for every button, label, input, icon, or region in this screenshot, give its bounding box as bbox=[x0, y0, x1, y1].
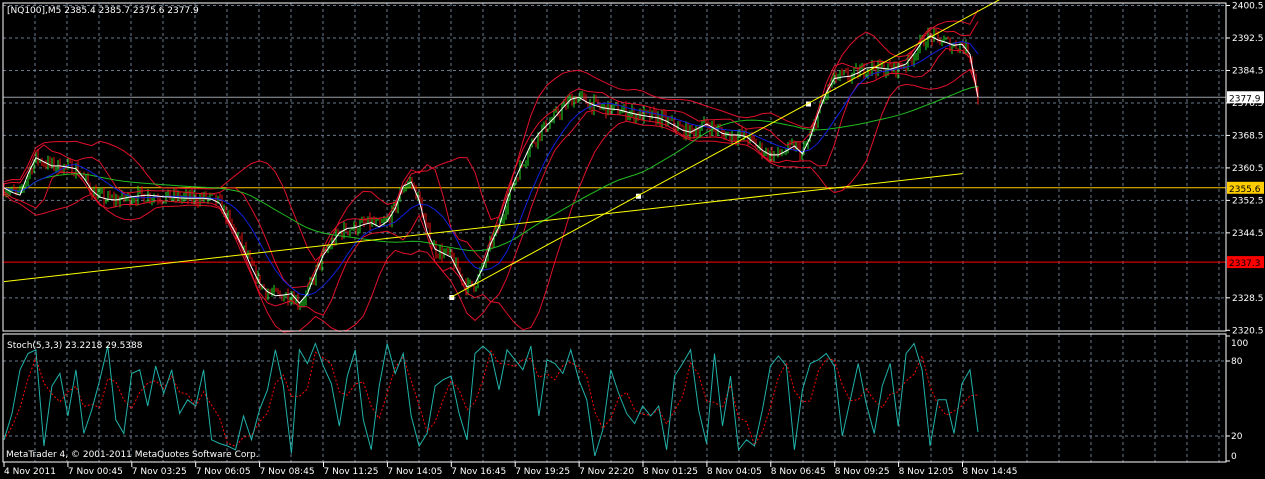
x-tick-label: 4 Nov 2011 bbox=[4, 467, 56, 477]
stoch-tick-label: 0 bbox=[1231, 452, 1237, 462]
x-tick-label: 7 Nov 03:25 bbox=[132, 467, 187, 477]
x-tick-label: 7 Nov 11:25 bbox=[324, 467, 379, 477]
x-tick-label: 7 Nov 00:45 bbox=[68, 467, 123, 477]
stoch-tick-label: 20 bbox=[1231, 432, 1243, 442]
x-tick-label: 8 Nov 04:05 bbox=[707, 467, 762, 477]
stoch-label: Stoch(5,3,3) 23.2218 29.5388 bbox=[7, 341, 143, 351]
x-tick-label: 7 Nov 19:25 bbox=[515, 467, 570, 477]
trendline bbox=[451, 0, 1000, 298]
stoch-signal-line bbox=[3, 349, 979, 447]
x-tick-label: 8 Nov 14:45 bbox=[963, 467, 1018, 477]
metatrader-chart[interactable]: 2400.52392.52384.52376.52368.52360.52352… bbox=[0, 0, 1265, 479]
x-tick-label: 7 Nov 16:45 bbox=[451, 467, 506, 477]
stoch-main-line bbox=[3, 342, 979, 457]
y-tick-label: 2328.5 bbox=[1232, 294, 1264, 304]
x-tick-label: 8 Nov 09:25 bbox=[835, 467, 890, 477]
grid bbox=[3, 3, 1226, 462]
price-level-label: 2355.6 bbox=[1229, 185, 1261, 195]
x-tick-label: 7 Nov 22:20 bbox=[579, 467, 634, 477]
price-bars bbox=[3, 27, 979, 311]
y-tick-label: 2352.5 bbox=[1232, 196, 1264, 206]
symbol-info: [NQ100],M5 2385.4 2385.7 2375.6 2377.9 bbox=[7, 6, 199, 16]
indicator-lines bbox=[3, 9, 979, 333]
y-tick-label: 2384.5 bbox=[1232, 66, 1264, 76]
y-tick-label: 2344.5 bbox=[1232, 229, 1264, 239]
bollinger-inner-upper bbox=[3, 21, 979, 289]
x-tick-label: 8 Nov 06:45 bbox=[771, 467, 826, 477]
x-tick-label: 8 Nov 01:25 bbox=[643, 467, 698, 477]
stochastic-lines bbox=[3, 342, 979, 457]
price-levels bbox=[3, 96, 1226, 263]
y-tick-label: 2392.5 bbox=[1232, 34, 1264, 44]
price-level-label: 2377.9 bbox=[1229, 94, 1261, 104]
x-tick-label: 7 Nov 08:45 bbox=[260, 467, 315, 477]
x-tick-label: 7 Nov 06:05 bbox=[196, 467, 251, 477]
x-tick-label: 7 Nov 14:05 bbox=[387, 467, 442, 477]
x-tick-label: 8 Nov 12:05 bbox=[899, 467, 954, 477]
copyright-text: MetaTrader 4, © 2001-2011 MetaQuotes Sof… bbox=[6, 450, 259, 460]
y-tick-label: 2360.5 bbox=[1232, 164, 1264, 174]
y-tick-label: 2320.5 bbox=[1232, 326, 1264, 336]
stoch-tick-label: 80 bbox=[1231, 357, 1243, 367]
axis-labels: 2400.52392.52384.52376.52368.52360.52352… bbox=[3, 2, 1264, 477]
y-tick-label: 2400.5 bbox=[1232, 2, 1264, 12]
price-level-label: 2337.3 bbox=[1229, 259, 1261, 269]
y-tick-label: 2368.5 bbox=[1232, 131, 1264, 141]
main-chart-frame bbox=[2, 2, 1227, 332]
stoch-panel-frame bbox=[2, 333, 1227, 463]
trendlines[interactable] bbox=[3, 0, 1226, 301]
stoch-tick-label: 100 bbox=[1231, 339, 1248, 349]
